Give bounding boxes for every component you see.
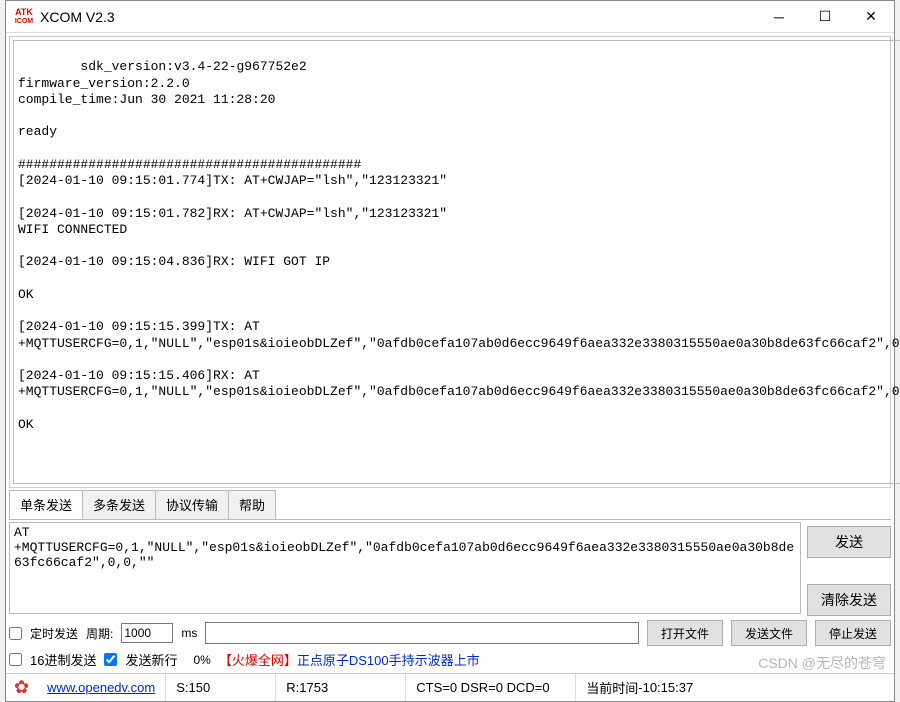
close-button[interactable]: ✕: [848, 2, 894, 32]
ad-link[interactable]: 【火爆全网】正点原子DS100手持示波器上市: [219, 650, 480, 669]
status-recv: R:1753: [276, 674, 406, 701]
tab-protocol[interactable]: 协议传输: [155, 490, 229, 519]
send-file-button[interactable]: 发送文件: [731, 620, 807, 646]
console-area: sdk_version:v3.4-22-g967752e2 firmware_v…: [10, 37, 900, 487]
status-sent: S:150: [166, 674, 276, 701]
period-unit: ms: [181, 626, 197, 640]
status-time: 当前时间-10:15:37: [576, 674, 894, 701]
timed-send-checkbox[interactable]: [9, 627, 22, 640]
clear-send-button[interactable]: 清除发送: [807, 584, 891, 616]
controls-row-1: 定时发送 周期: ms 打开文件 发送文件 停止发送: [9, 620, 891, 646]
hex-send-checkbox[interactable]: [9, 653, 22, 666]
send-button[interactable]: 发送: [807, 526, 891, 558]
maximize-button[interactable]: ☐: [802, 2, 848, 32]
app-logo-icon: ATKICOM: [14, 7, 34, 27]
receive-textarea[interactable]: sdk_version:v3.4-22-g967752e2 firmware_v…: [13, 40, 900, 484]
status-url[interactable]: www.openedv.com: [37, 674, 166, 701]
send-textarea[interactable]: AT +MQTTUSERCFG=0,1,"NULL","esp01s&ioieo…: [9, 522, 801, 614]
file-path-input[interactable]: [205, 622, 639, 644]
main-pane: sdk_version:v3.4-22-g967752e2 firmware_v…: [9, 36, 891, 488]
open-file-button[interactable]: 打开文件: [647, 620, 723, 646]
tab-help[interactable]: 帮助: [228, 490, 276, 519]
period-input[interactable]: [121, 623, 173, 643]
console-content: sdk_version:v3.4-22-g967752e2 firmware_v…: [18, 59, 900, 432]
tab-multi-send[interactable]: 多条发送: [82, 490, 156, 519]
status-line: CTS=0 DSR=0 DCD=0: [406, 674, 576, 701]
titlebar: ATKICOM XCOM V2.3 ─ ☐ ✕: [6, 1, 894, 33]
window-title: XCOM V2.3: [40, 9, 756, 25]
stop-send-button[interactable]: 停止发送: [815, 620, 891, 646]
hex-send-label: 16进制发送: [30, 650, 96, 669]
progress-percent: 0%: [193, 653, 210, 667]
send-newline-label: 发送新行: [125, 650, 177, 669]
timed-send-label: 定时发送: [30, 625, 78, 642]
send-newline-checkbox[interactable]: [104, 653, 117, 666]
tab-single-send[interactable]: 单条发送: [9, 490, 83, 519]
status-bar: ✿ www.openedv.com S:150 R:1753 CTS=0 DSR…: [6, 673, 894, 701]
send-tabs: 单条发送 多条发送 协议传输 帮助: [9, 490, 891, 519]
controls-row-2: 16进制发送 发送新行 0% 【火爆全网】正点原子DS100手持示波器上市: [9, 650, 891, 669]
minimize-button[interactable]: ─: [756, 2, 802, 32]
period-label: 周期:: [86, 625, 113, 642]
settings-gear-icon[interactable]: ✿: [6, 677, 37, 698]
